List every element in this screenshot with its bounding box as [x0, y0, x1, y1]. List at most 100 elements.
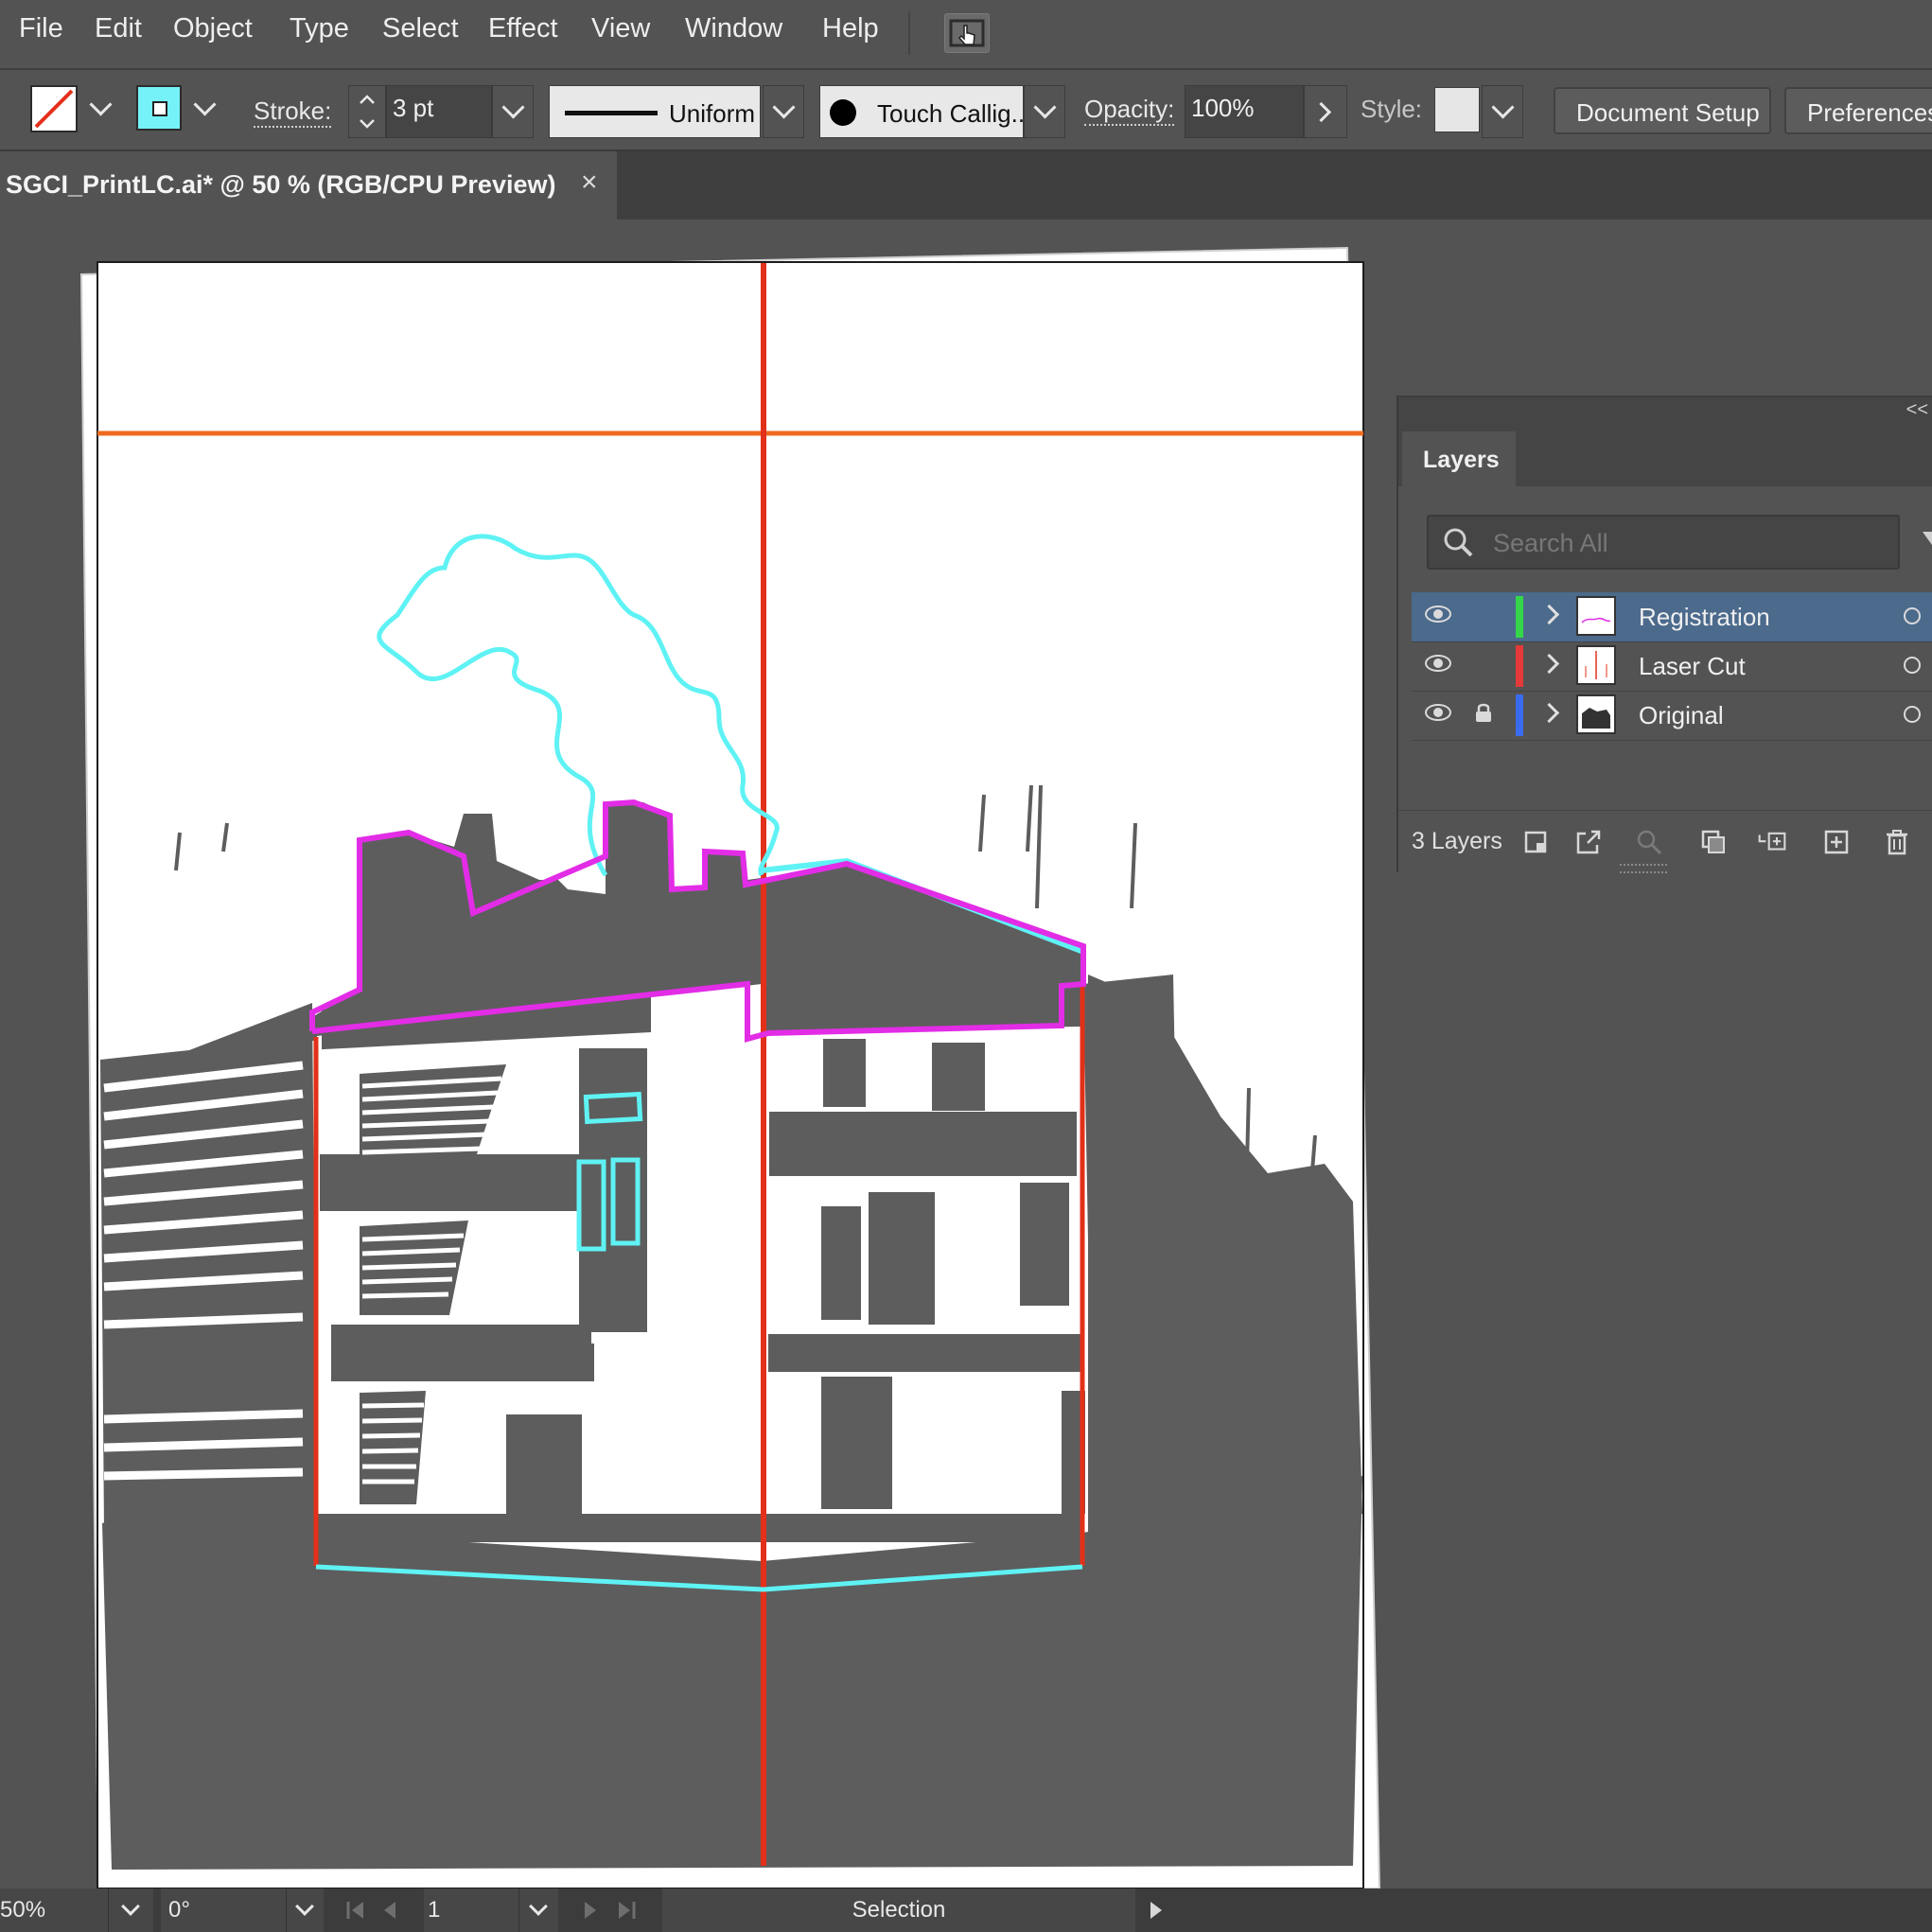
document-setup-button[interactable]: Document Setup [1554, 87, 1771, 134]
layer-target-icon[interactable] [1904, 657, 1921, 674]
arrange-documents-button[interactable] [944, 13, 990, 53]
status-bar: 50% 0° 1 Selection [0, 1888, 1932, 1932]
hand-pointer-icon [949, 19, 985, 47]
status-menu-arrow-icon[interactable] [1145, 1898, 1168, 1923]
make-clipping-mask-icon[interactable] [1699, 828, 1728, 856]
opacity-slider-button[interactable] [1304, 85, 1347, 138]
menu-separator [908, 11, 910, 55]
style-dropdown[interactable] [1482, 85, 1523, 138]
layers-panel-footer: 3 Layers [1398, 810, 1932, 873]
chevron-down-icon [1033, 96, 1057, 119]
layer-row-registration[interactable]: Registration [1412, 592, 1932, 642]
style-swatch[interactable] [1434, 87, 1480, 132]
zoom-input[interactable]: 50% [0, 1888, 108, 1932]
registration-thumbnail-icon [1581, 617, 1611, 624]
menu-bar: File Edit Object Type Select Effect View… [0, 0, 1932, 70]
layer-row-original[interactable]: Original [1412, 691, 1932, 741]
profile-dropdown[interactable] [763, 85, 804, 138]
layer-target-icon[interactable] [1904, 706, 1921, 723]
control-bar: Stroke: 3 pt Uniform Touch Callig... Opa… [0, 70, 1932, 151]
print-right-annex [1083, 975, 1178, 1239]
preferences-button[interactable]: Preferences [1784, 87, 1932, 134]
stroke-dropdown-chevron-icon[interactable] [193, 93, 217, 116]
menu-object[interactable]: Object [173, 13, 253, 44]
brush-definition[interactable]: Touch Callig... [819, 85, 1024, 138]
visibility-eye-icon[interactable] [1425, 606, 1451, 623]
layer-color-bar [1516, 596, 1523, 638]
stroke-label[interactable]: Stroke: [254, 97, 332, 128]
menu-window[interactable]: Window [685, 13, 782, 44]
layer-count: 3 Layers [1412, 828, 1502, 854]
collect-export-icon[interactable] [1521, 828, 1550, 856]
layer-thumbnail [1576, 645, 1616, 685]
brush-dot-icon [830, 99, 856, 126]
no-fill-icon [34, 89, 74, 129]
search-placeholder: Search All [1493, 529, 1608, 557]
document-tab[interactable]: SGCI_PrintLC.ai* @ 50 % (RGB/CPU Preview… [0, 151, 617, 220]
first-previous-artboard-icons[interactable] [342, 1896, 418, 1924]
stroke-swatch[interactable] [136, 85, 182, 131]
layers-panel: << Layers Search All Registration Laser … [1396, 395, 1932, 873]
visibility-eye-icon[interactable] [1425, 704, 1451, 721]
chevron-down-icon [529, 1897, 548, 1916]
layer-name[interactable]: Original [1639, 701, 1724, 730]
menu-select[interactable]: Select [382, 13, 459, 44]
menu-edit[interactable]: Edit [95, 13, 142, 44]
artboard-dropdown[interactable] [518, 1888, 558, 1932]
menu-help[interactable]: Help [822, 13, 879, 44]
chevron-down-icon [772, 96, 796, 119]
opacity-input[interactable]: 100% [1185, 85, 1304, 138]
stepper-arrows-icon [360, 95, 375, 129]
profile-label: Uniform [669, 99, 756, 128]
tab-layers-label: Layers [1423, 447, 1500, 473]
fill-swatch[interactable] [30, 85, 78, 132]
stroke-weight-input[interactable]: 3 pt [386, 85, 492, 138]
new-layer-icon[interactable] [1822, 828, 1851, 856]
visibility-eye-icon[interactable] [1425, 655, 1451, 672]
fill-dropdown-chevron-icon[interactable] [89, 93, 113, 116]
next-last-artboard-icons[interactable] [577, 1896, 653, 1924]
menu-type[interactable]: Type [290, 13, 349, 44]
menu-file[interactable]: File [19, 13, 63, 44]
collapse-panel-icon[interactable]: << [1906, 399, 1928, 421]
layer-thumbnail [1576, 694, 1616, 734]
variable-width-profile[interactable]: Uniform [549, 85, 761, 138]
lock-icon[interactable] [1474, 702, 1493, 723]
layer-search-input[interactable]: Search All [1427, 515, 1900, 570]
layer-row-laser-cut[interactable]: Laser Cut [1412, 641, 1932, 692]
panel-header[interactable]: << [1398, 397, 1932, 426]
layer-color-bar [1516, 645, 1523, 687]
laser-cut-thumbnail-icon [1585, 651, 1607, 679]
brush-label: Touch Callig... [877, 99, 1024, 128]
stroke-weight-stepper[interactable] [348, 85, 386, 138]
stroke-weight-dropdown[interactable] [492, 85, 534, 138]
panel-resize-grip[interactable] [1620, 864, 1667, 873]
layer-name[interactable]: Laser Cut [1639, 652, 1746, 681]
rotation-input[interactable]: 0° [161, 1888, 286, 1932]
brush-dropdown[interactable] [1024, 85, 1065, 138]
expand-chevron-icon[interactable] [1538, 702, 1560, 724]
filter-dropdown-icon[interactable] [1923, 532, 1932, 545]
tab-layers[interactable]: Layers [1402, 431, 1516, 486]
new-sublayer-icon[interactable] [1758, 828, 1786, 856]
zoom-dropdown[interactable] [108, 1888, 153, 1932]
canvas[interactable] [0, 221, 1396, 1888]
delete-layer-icon[interactable] [1883, 828, 1911, 856]
profile-line-icon [565, 111, 658, 115]
close-tab-icon[interactable]: × [581, 167, 598, 199]
expand-chevron-icon[interactable] [1538, 604, 1560, 625]
export-icon[interactable] [1574, 828, 1603, 856]
current-tool-status[interactable]: Selection [662, 1888, 1135, 1932]
layer-name[interactable]: Registration [1639, 603, 1770, 632]
opacity-label[interactable]: Opacity: [1084, 95, 1175, 126]
artboard-number-input[interactable]: 1 [424, 1888, 518, 1932]
chevron-down-icon [1491, 96, 1515, 119]
menu-view[interactable]: View [591, 13, 650, 44]
locate-object-icon[interactable] [1635, 828, 1663, 856]
layer-target-icon[interactable] [1904, 607, 1921, 624]
style-label: Style: [1361, 95, 1423, 123]
expand-chevron-icon[interactable] [1538, 653, 1560, 675]
chevron-down-icon [121, 1897, 140, 1916]
rotation-dropdown[interactable] [286, 1888, 324, 1932]
menu-effect[interactable]: Effect [488, 13, 558, 44]
